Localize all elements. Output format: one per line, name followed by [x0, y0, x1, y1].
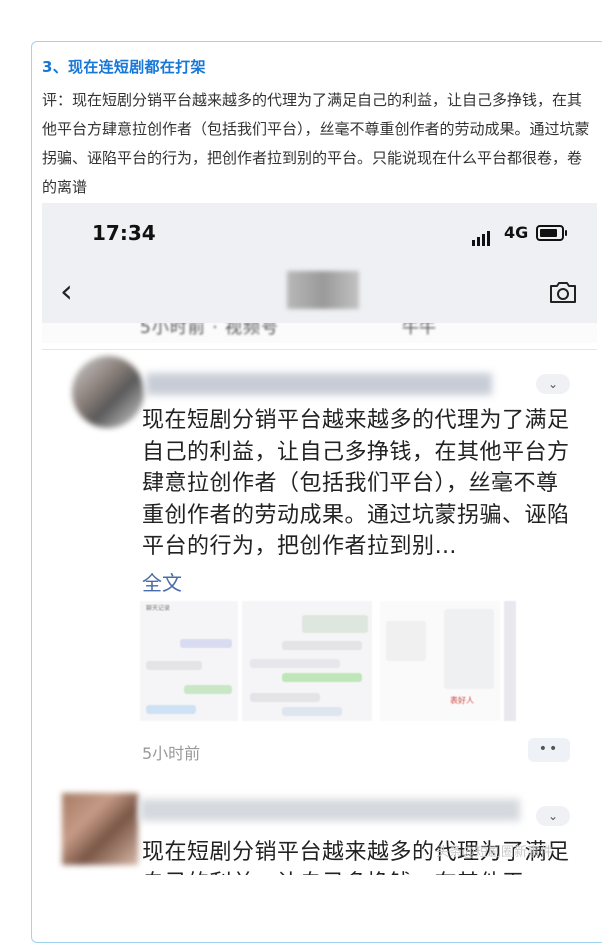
phone-screenshot: 17:34 4G ‹ 5小时前 · 视频号 牛牛 ⌄ 现在短剧分销平台越来越多的… — [42, 203, 597, 875]
section-heading: 3、现在连短剧都在打架 — [42, 58, 206, 76]
status-bar: 17:34 4G — [42, 203, 597, 263]
signal-icon — [472, 227, 492, 246]
status-time: 17:34 — [92, 221, 156, 245]
post-text: 现在短剧分销平台越来越多的代理为了满足自己的利益，让自己多挣钱，在其他平台方肆意… — [142, 408, 570, 559]
post-time: 5小时前 — [142, 744, 201, 763]
post-image-1[interactable]: 聊天记录 — [140, 601, 238, 721]
post-image-2[interactable] — [242, 601, 372, 721]
chevron-left-icon[interactable]: ‹ — [60, 273, 73, 309]
full-text-link[interactable]: 全文 — [142, 567, 182, 596]
peek-meta: 5小时前 · 视频号 — [140, 323, 280, 338]
previous-post-peek: 5小时前 · 视频号 牛牛 — [42, 323, 597, 343]
watermark: 头条@短剧圈新事件 — [436, 845, 554, 860]
avatar[interactable] — [72, 356, 144, 428]
nav-bar: ‹ — [42, 263, 597, 323]
post-image-3[interactable]: 表好人 — [380, 601, 500, 721]
editor-comment: 评：现在短剧分销平台越来越多的代理为了满足自己的利益，让自己多挣钱，在其他平台方… — [42, 91, 590, 196]
more-options-button[interactable]: •• — [528, 738, 570, 762]
battery-icon — [536, 225, 567, 241]
username-blurred — [146, 373, 492, 395]
avatar[interactable] — [62, 793, 138, 865]
peek-meta-right: 牛牛 — [402, 323, 436, 338]
chevron-down-icon[interactable]: ⌄ — [536, 806, 570, 826]
post-divider — [42, 349, 597, 350]
network-type: 4G — [504, 223, 529, 242]
post-image-4[interactable] — [504, 601, 516, 721]
nav-title-blurred — [287, 271, 359, 309]
camera-icon[interactable] — [548, 279, 578, 305]
chevron-down-icon[interactable]: ⌄ — [536, 374, 570, 394]
username-blurred — [140, 799, 520, 821]
